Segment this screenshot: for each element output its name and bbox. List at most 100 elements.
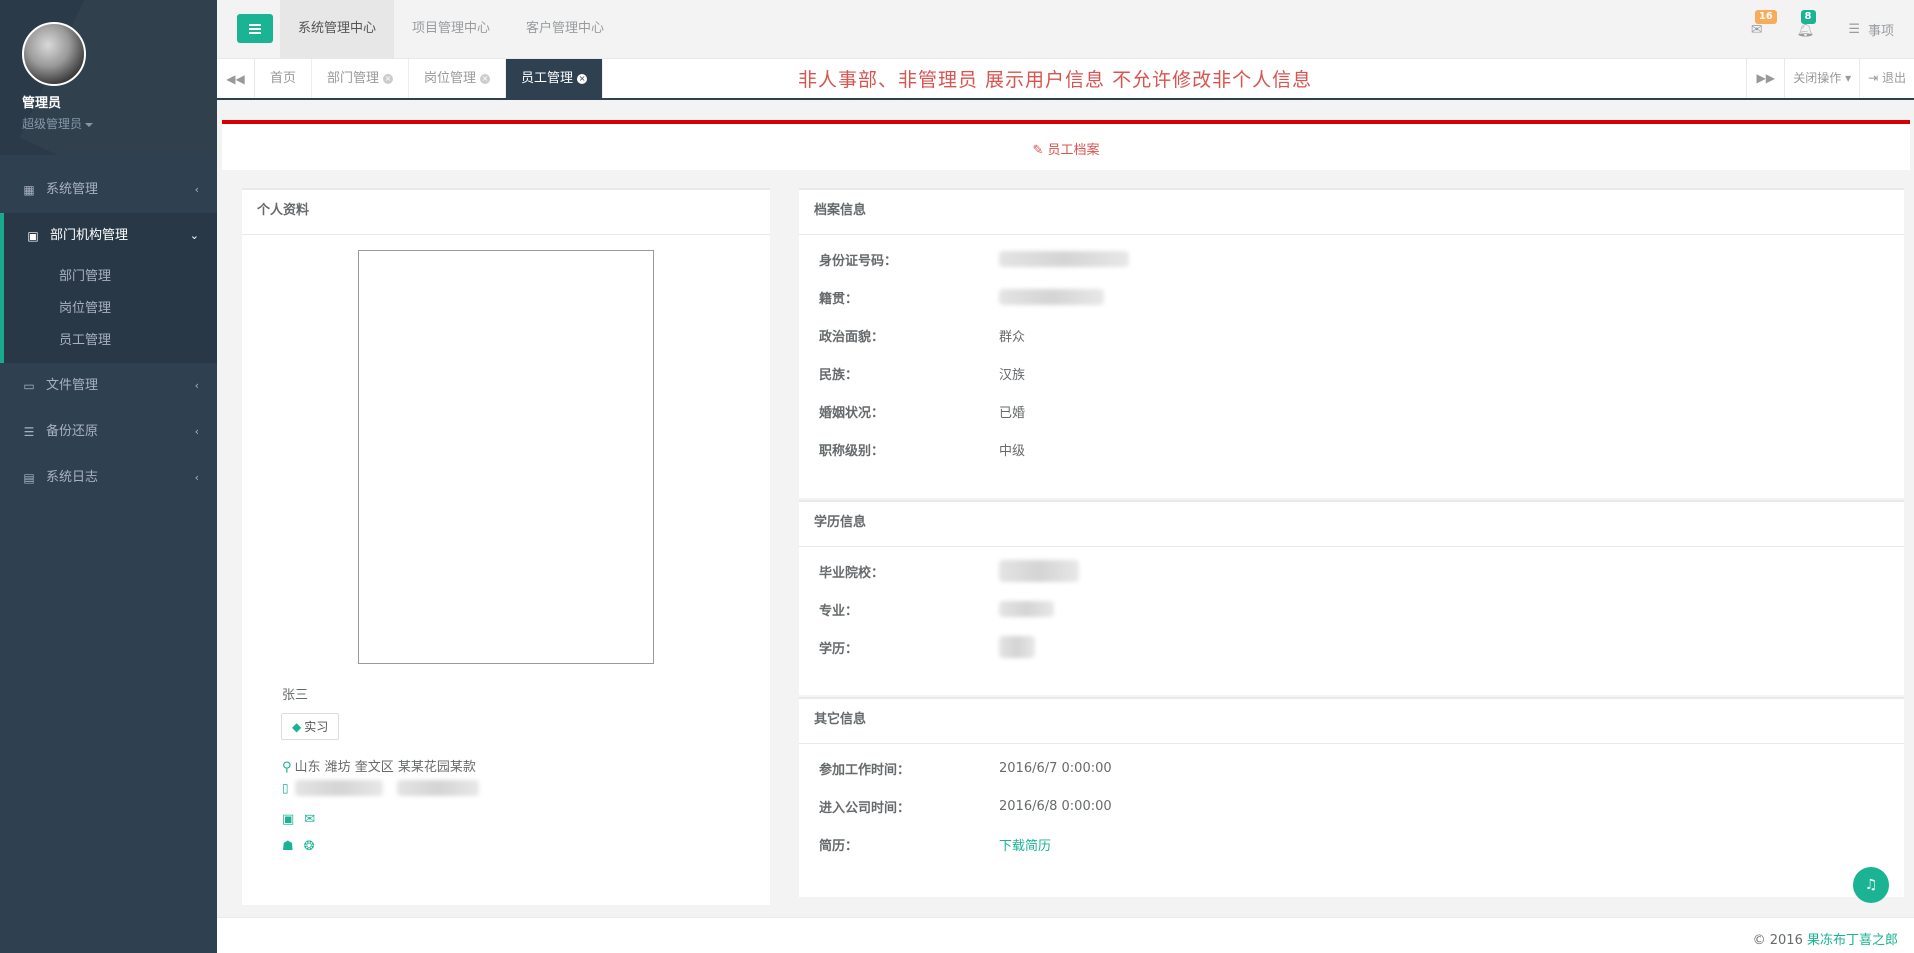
caret-down-icon: ▾ — [1845, 71, 1852, 85]
other-info-panel: 其它信息 参加工作时间： 2016/6/7 0:00:00 进入公司时间： 2016… — [799, 697, 1904, 897]
other-row: 进入公司时间： 2016/6/8 0:00:00 — [819, 796, 1112, 816]
close-ops-label: 关闭操作 — [1793, 71, 1842, 85]
music-button[interactable]: ♫ — [1853, 867, 1889, 903]
notifications-button[interactable]: 🔔︎ 8 — [1797, 9, 1816, 38]
panel-title: 其它信息 — [799, 699, 1904, 744]
sign-out-icon: ⇥ — [1868, 71, 1879, 85]
tab-post[interactable]: 岗位管理 × — [409, 59, 507, 98]
archive-row: 民族： 汉族 — [819, 363, 1025, 383]
sidebar-subitem-staff[interactable]: 员工管理 — [4, 325, 217, 357]
field-label: 民族： — [819, 367, 859, 383]
sidebar-item-label: 系统管理 — [46, 182, 99, 197]
archive-row: 政治面貌： 群众 — [819, 325, 1025, 345]
archive-row: 婚姻状况： 已婚 — [819, 401, 1025, 421]
education-info-panel: 学历信息 毕业院校： 专业： 学历： — [799, 500, 1904, 695]
qq-icon[interactable]: ☗ — [282, 839, 294, 854]
employee-phone: ▯ — [282, 780, 479, 796]
field-value: 中级 — [999, 443, 1026, 459]
tasks-label: 事项 — [1867, 24, 1894, 39]
field-label: 毕业院校： — [819, 565, 885, 581]
contact-icons-row-1: ▣ ✉ — [282, 812, 315, 827]
personal-info-panel: 个人资料 张三 ◆ 实习 ⚲ 山东 潍坊 奎文区 某某花园某款 ▯ ▣ ✉ ☗ ❂ — [242, 188, 770, 905]
copyright-text: © 2016 — [1752, 933, 1803, 948]
field-label: 政治面貌： — [819, 329, 885, 345]
user-profile: 管理员 超级管理员 — [0, 0, 217, 155]
sidebar-item-logs[interactable]: ▤ 系统日志 ‹ — [0, 455, 217, 501]
avatar[interactable] — [22, 22, 86, 86]
tasks-button[interactable]: ☰ 事项 — [1848, 20, 1894, 39]
field-label: 婚姻状况： — [819, 405, 885, 421]
edit-icon: ✎ — [1032, 143, 1044, 158]
close-icon[interactable]: × — [383, 73, 394, 84]
tab-label: 岗位管理 — [424, 71, 477, 86]
wechat-icon[interactable]: ❂ — [304, 839, 315, 854]
redacted-text — [999, 289, 1104, 305]
id-card-icon[interactable]: ▣ — [282, 812, 294, 827]
tab-project-center[interactable]: 项目管理中心 — [394, 0, 508, 59]
status-tag-button[interactable]: ◆ 实习 — [281, 713, 340, 740]
redacted-text — [999, 560, 1079, 582]
redacted-text — [999, 251, 1129, 267]
employee-name: 张三 — [282, 688, 309, 703]
envelope-icon: ✉ — [1750, 21, 1763, 38]
chevron-left-icon: ‹ — [194, 425, 199, 438]
database-icon: ☰ — [23, 425, 35, 439]
close-icon[interactable]: × — [577, 73, 588, 84]
tab-staff[interactable]: 员工管理 × — [506, 59, 604, 98]
forward-icon: ▶▶ — [1756, 71, 1775, 85]
panel-title: 档案信息 — [799, 190, 1904, 235]
education-row: 学历： — [819, 636, 1035, 658]
music-icon: ♫ — [1864, 877, 1878, 893]
sidebar-subitem-post[interactable]: 岗位管理 — [4, 293, 217, 325]
tab-system-center[interactable]: 系统管理中心 — [280, 0, 395, 59]
sidebar-item-system[interactable]: ▦ 系统管理 ‹ — [0, 167, 217, 213]
messages-badge: 16 — [1754, 9, 1777, 24]
menu-toggle-button[interactable] — [237, 14, 273, 43]
sidebar-item-files[interactable]: ▭ 文件管理 ‹ — [0, 363, 217, 409]
page-title-text: 员工档案 — [1047, 143, 1100, 158]
permission-notice: 非人事部、非管理员 展示用户信息 不允许修改非个人信息 — [798, 69, 1313, 91]
tasks-icon: ☰ — [1848, 22, 1860, 37]
panel-title: 个人资料 — [242, 190, 770, 235]
download-resume-link[interactable]: 下载简历 — [999, 835, 1051, 854]
envelope-icon[interactable]: ✉ — [304, 812, 315, 827]
redacted-text — [294, 780, 383, 796]
sidebar-item-department[interactable]: ▣ 部门机构管理 ⌄ — [0, 213, 217, 259]
messages-button[interactable]: ✉ 16 — [1750, 9, 1777, 38]
logout-button[interactable]: ⇥ 退出 — [1859, 59, 1914, 98]
tabs-scroll-right-button[interactable]: ▶▶ — [1746, 59, 1784, 98]
tab-home[interactable]: 首页 — [255, 59, 313, 98]
tab-customer-center[interactable]: 客户管理中心 — [508, 0, 622, 59]
redacted-text — [999, 636, 1035, 658]
archive-row: 身份证号码： — [819, 249, 1129, 269]
chevron-left-icon: ‹ — [194, 183, 199, 196]
archive-row: 籍贯： — [819, 287, 1104, 307]
sidebar-submenu: 部门管理 岗位管理 员工管理 — [0, 259, 217, 363]
field-label: 参加工作时间： — [819, 762, 911, 778]
close-operations-dropdown[interactable]: 关闭操作 ▾ — [1784, 59, 1859, 98]
tab-dept[interactable]: 部门管理 × — [312, 59, 410, 98]
top-navbar: 系统管理中心 项目管理中心 客户管理中心 ✉ 16 🔔︎ 8 ☰ 事项 — [217, 0, 1914, 59]
user-role-dropdown[interactable]: 超级管理员 — [22, 115, 217, 132]
footer-link[interactable]: 果冻布丁喜之郎 — [1807, 933, 1898, 948]
field-label: 职称级别： — [819, 443, 885, 459]
map-marker-icon: ⚲ — [282, 760, 292, 775]
field-label: 籍贯： — [819, 291, 859, 307]
tag-icon: ◆ — [292, 720, 302, 734]
tabs-scroll-left-button[interactable]: ◀◀ — [217, 59, 255, 98]
archive-row: 职称级别： 中级 — [819, 439, 1025, 459]
sidebar-subitem-dept[interactable]: 部门管理 — [4, 261, 217, 293]
field-label: 简历： — [819, 838, 859, 854]
field-value: 汉族 — [999, 367, 1026, 383]
user-role: 超级管理员 — [22, 117, 83, 131]
address-text: 山东 潍坊 奎文区 某某花园某款 — [294, 760, 476, 775]
building-icon: ▣ — [27, 229, 39, 243]
status-tag-label: 实习 — [304, 720, 329, 734]
field-label: 进入公司时间： — [819, 800, 911, 816]
close-icon[interactable]: × — [480, 73, 491, 84]
sidebar-item-backup[interactable]: ☰ 备份还原 ‹ — [0, 409, 217, 455]
caret-down-icon — [85, 122, 94, 127]
chevron-left-icon: ‹ — [194, 471, 199, 484]
copyright: © 2016 果冻布丁喜之郎 — [1753, 929, 1898, 948]
other-row: 简历： 下载简历 — [819, 834, 1051, 854]
